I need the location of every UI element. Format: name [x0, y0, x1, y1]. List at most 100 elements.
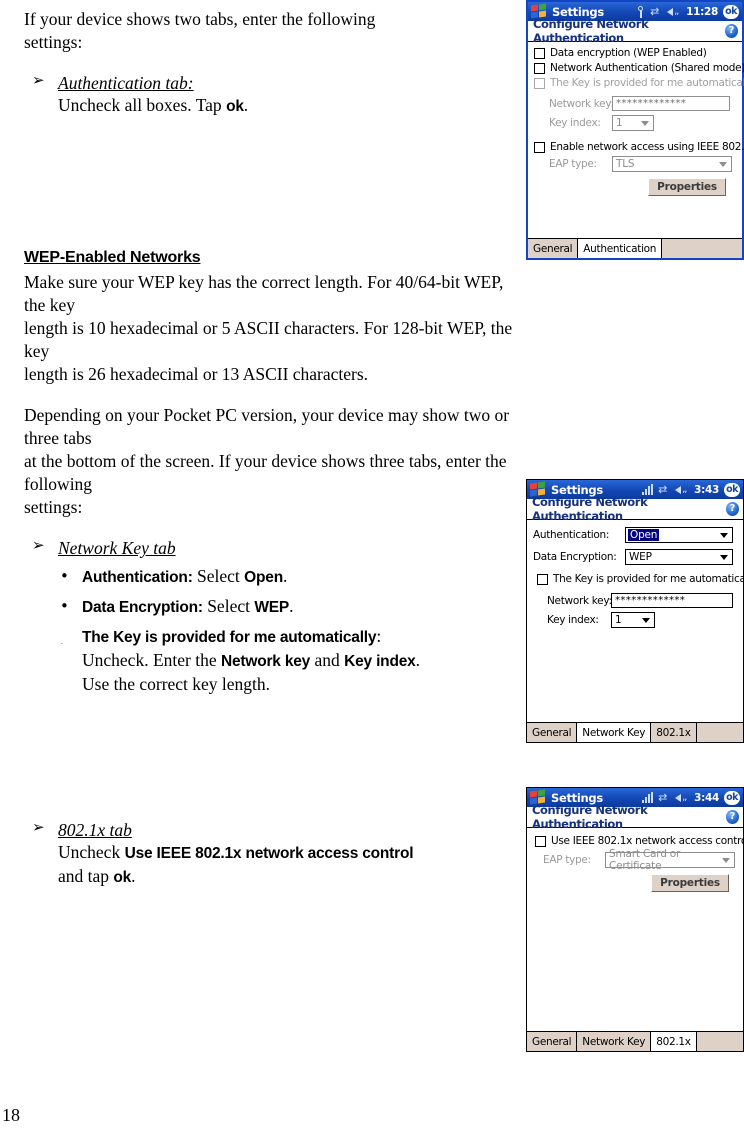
tabbar: General Network Key 802.1x [527, 1031, 743, 1051]
eap-type-row: EAP type: TLS [534, 156, 736, 172]
speaker-icon[interactable]: „ [675, 484, 688, 495]
network-authentication-checkbox[interactable] [534, 62, 545, 74]
key-index-label: Key index: [549, 117, 601, 129]
eap-type-dropdown[interactable]: TLS [612, 156, 732, 172]
kp-l2-mid: and [310, 650, 345, 670]
network-key-input[interactable]: ************* [612, 96, 730, 111]
eap-type-value: TLS [616, 158, 635, 170]
chevron-down-icon [722, 858, 730, 863]
chevron-down-icon [719, 162, 727, 167]
bullet-network-key-title: Network Key tab [58, 538, 176, 558]
clock[interactable]: 3:43 [694, 484, 719, 496]
intro-paragraph: If your device shows two tabs, enter the… [24, 8, 524, 54]
key-provided-label: The Key is provided for me automatically [553, 573, 744, 585]
auth-label: Authentication: [82, 569, 193, 586]
key-index-dropdown[interactable]: 1 [611, 612, 655, 628]
wep-p2-line-1: Depending on your Pocket PC version, you… [24, 405, 510, 448]
intro-line-1: If your device shows two tabs, enter the… [24, 9, 376, 29]
key-index-dropdown[interactable]: 1 [612, 115, 654, 131]
ok-button[interactable]: ok [724, 482, 740, 497]
authentication-row: Authentication: Open [533, 527, 737, 543]
speaker-icon[interactable]: „ [667, 6, 680, 17]
wep-section: WEP-Enabled Networks Make sure your WEP … [24, 249, 524, 519]
antenna-icon[interactable] [636, 5, 645, 18]
network-key-input[interactable]: ************* [611, 593, 733, 608]
data-encryption-dropdown[interactable]: WEP [625, 549, 733, 565]
checkbox-row-network-authentication[interactable]: Network Authentication (Shared mode) [534, 62, 744, 74]
sync-icon[interactable]: ⇄ [658, 484, 670, 495]
authentication-dropdown[interactable]: Open [625, 527, 733, 543]
use-8021x-checkbox[interactable] [535, 835, 546, 847]
tab-general[interactable]: General [527, 1032, 578, 1051]
x-l2-pre: and tap [58, 866, 114, 886]
properties-button[interactable]: Properties [651, 874, 729, 892]
subheader: Configure Network Authentication ? [528, 17, 742, 45]
wep-p1-line-1: Make sure your WEP key has the correct l… [24, 272, 504, 315]
wep-paragraph-2: Depending on your Pocket PC version, you… [24, 404, 524, 519]
kp-l2-post: . [415, 650, 420, 670]
device-screenshot-authentication-tab: Settings ⇄ „ 11:28 ok Configure Network … [526, 0, 744, 260]
sync-icon[interactable]: ⇄ [658, 792, 670, 803]
sync-icon[interactable]: ⇄ [650, 6, 662, 17]
checkbox-row-use-8021x[interactable]: Use IEEE 802.1x network access control [533, 835, 744, 847]
tab-network-key[interactable]: Network Key [577, 1032, 652, 1051]
signal-bars-icon[interactable] [642, 792, 654, 803]
key-index-row: Key index: 1 [533, 612, 737, 628]
speaker-icon[interactable]: „ [675, 792, 688, 803]
wep-p1-line-2: length is 10 hexadecimal or 5 ASCII char… [24, 318, 513, 361]
windows-logo-icon [530, 789, 547, 805]
clock[interactable]: 11:28 [686, 6, 718, 18]
help-icon[interactable]: ? [725, 24, 738, 38]
data-encryption-checkbox[interactable] [534, 47, 545, 59]
help-icon[interactable]: ? [726, 810, 739, 824]
chevron-down-icon [720, 533, 728, 538]
ok-button[interactable]: ok [724, 790, 740, 805]
kp-l2-pre: Uncheck. Enter the [82, 650, 221, 670]
network-key-label: Network key: [547, 594, 612, 607]
chevron-down-icon [641, 121, 649, 126]
clock[interactable]: 3:44 [694, 792, 719, 804]
help-icon[interactable]: ? [726, 502, 739, 516]
checkbox-row-key-provided[interactable]: The Key is provided for me automatically [533, 573, 744, 585]
enable-8021x-checkbox[interactable] [534, 141, 545, 153]
eap-type-label: EAP type: [549, 158, 597, 170]
tab-8021x[interactable]: 802.1x [651, 723, 697, 742]
signal-bars-icon[interactable] [642, 484, 654, 495]
tab-authentication[interactable]: Authentication [578, 239, 663, 258]
key-index-label: Key index: [547, 614, 599, 626]
checkbox-row-enable-8021x[interactable]: Enable network access using IEEE 802.1X [534, 141, 744, 153]
network-key-row: Network key: ************* [533, 593, 737, 608]
dialog-body: Data encryption (WEP Enabled) Network Au… [528, 42, 744, 247]
auth-body-post: . [243, 95, 249, 115]
dot-bullet-icon: • [60, 567, 69, 585]
key-provided-checkbox [534, 77, 545, 89]
key-index-value: 1 [616, 117, 623, 129]
status-icons: ⇄ „ [642, 484, 688, 495]
bullet-8021x-title: 802.1x tab [58, 820, 132, 840]
tab-general[interactable]: General [527, 723, 578, 742]
authentication-value: Open [628, 529, 660, 541]
checkbox-row-data-encryption[interactable]: Data encryption (WEP Enabled) [534, 47, 736, 59]
key-index-row: Key index: 1 [534, 115, 736, 131]
eap-type-value: Smart Card or Certificate [609, 848, 681, 872]
network-key-row: Network key: ************* [534, 96, 736, 111]
tab-general[interactable]: General [528, 239, 579, 258]
key-provided-checkbox[interactable] [537, 573, 548, 585]
tab-8021x[interactable]: 802.1x [651, 1032, 697, 1051]
device-screenshot-8021x-tab: Settings ⇄ „ 3:44 ok Configure Network A… [526, 787, 744, 1052]
network-key-label: Network key: [549, 97, 614, 110]
dialog-body: Authentication: Open Data Encryption: WE… [527, 520, 744, 731]
auth-value: Open [244, 569, 283, 586]
subheader: Configure Network Authentication ? [527, 803, 743, 831]
wep-p1-line-3: length is 26 hexadecimal or 13 ASCII cha… [24, 364, 369, 384]
properties-button[interactable]: Properties [648, 178, 726, 196]
tab-network-key[interactable]: Network Key [577, 723, 652, 742]
list-item-key-provided: · The Key is provided for me automatical… [24, 625, 524, 696]
tabbar: General Authentication [528, 238, 742, 258]
dot-bullet-icon: · [61, 641, 63, 648]
kp-l2-bold2: Key index [344, 653, 416, 670]
properties-row: Properties [534, 178, 736, 196]
status-icons: ⇄ „ [642, 792, 688, 803]
intro-line-2: settings: [24, 32, 83, 52]
ok-button[interactable]: ok [723, 4, 739, 19]
